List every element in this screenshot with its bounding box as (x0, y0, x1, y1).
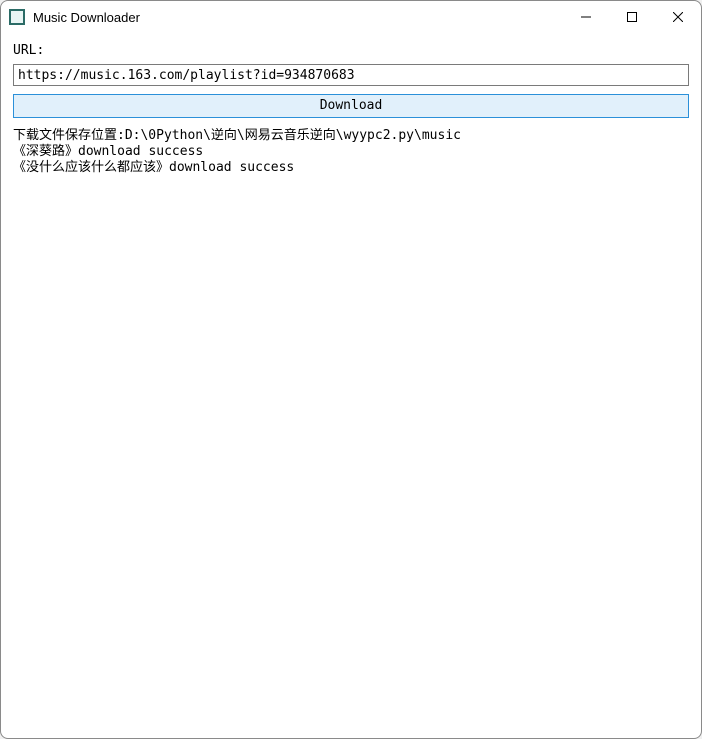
minimize-button[interactable] (563, 1, 609, 33)
close-button[interactable] (655, 1, 701, 33)
log-line: 《没什么应该什么都应该》download success (13, 160, 689, 176)
app-window: Music Downloader URL: Download 下载文件保存位置:… (0, 0, 702, 739)
window-controls (563, 1, 701, 33)
window-title: Music Downloader (33, 10, 563, 25)
url-input[interactable] (13, 64, 689, 86)
titlebar[interactable]: Music Downloader (1, 1, 701, 33)
download-button[interactable]: Download (13, 94, 689, 118)
log-line: 下载文件保存位置:D:\0Python\逆向\网易云音乐逆向\wyypc2.py… (13, 128, 689, 144)
log-output[interactable]: 下载文件保存位置:D:\0Python\逆向\网易云音乐逆向\wyypc2.py… (13, 128, 689, 726)
content-area: URL: Download 下载文件保存位置:D:\0Python\逆向\网易云… (1, 33, 701, 738)
app-icon (9, 9, 25, 25)
url-label: URL: (13, 43, 689, 58)
log-line: 《深葵路》download success (13, 144, 689, 160)
maximize-button[interactable] (609, 1, 655, 33)
